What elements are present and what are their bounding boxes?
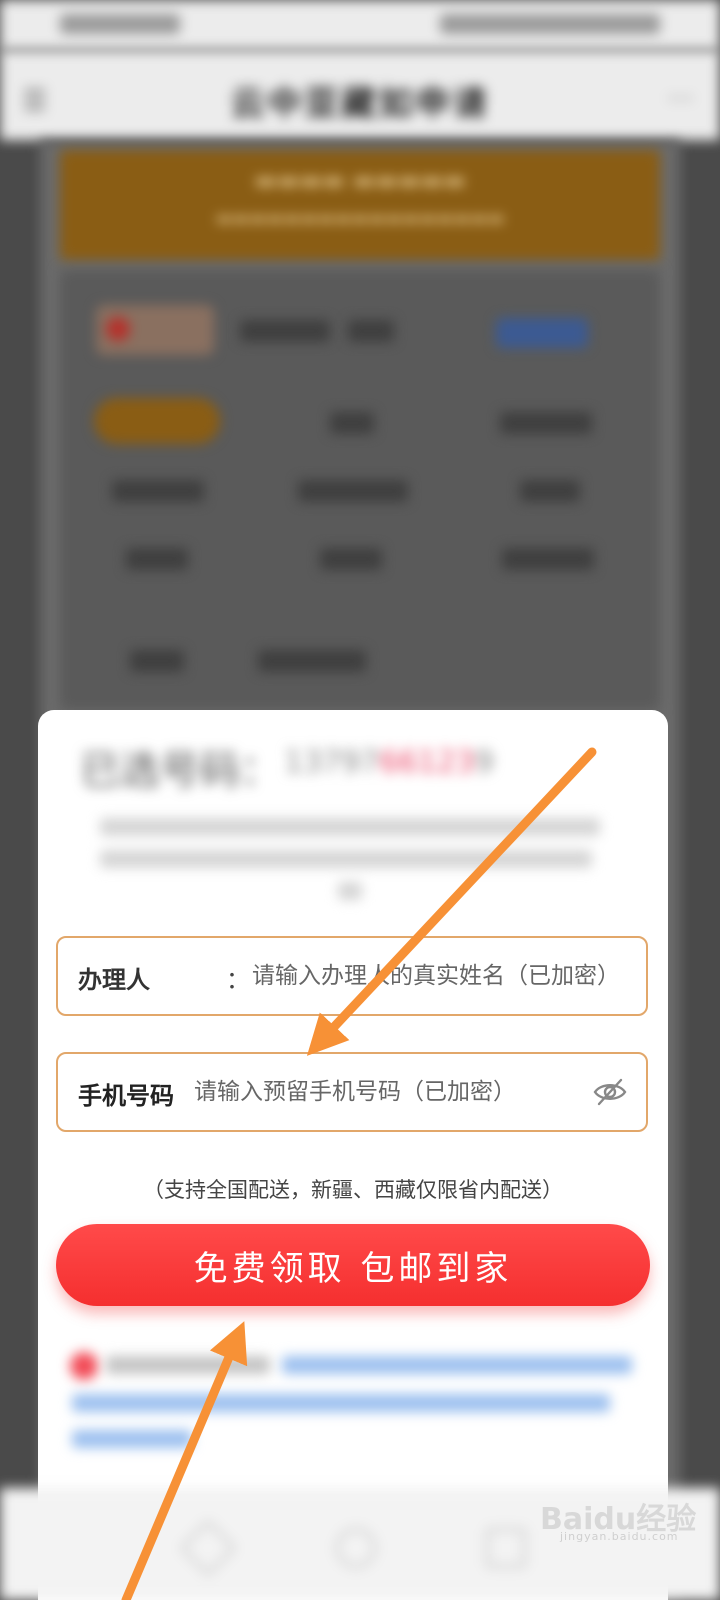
bg-text xyxy=(330,412,374,434)
carrier-logo xyxy=(96,305,214,355)
agreement-checkbox[interactable] xyxy=(70,1352,98,1380)
banner-line-2: ▬▬▬▬▬▬▬▬▬▬▬▬▬▬▬▬▬ xyxy=(215,208,505,229)
bg-selected-pill xyxy=(94,398,220,444)
phone-field[interactable]: 手机号码 xyxy=(56,1052,648,1132)
promo-banner: ▬▬▬▬ ▬▬▬▬▬ ▬▬▬▬▬▬▬▬▬▬▬▬▬▬▬▬▬ xyxy=(60,150,660,260)
delivery-note: （支持全国配送，新疆、西藏仅限省内配送） xyxy=(143,1178,563,1202)
selected-number-end: 9 xyxy=(474,745,494,780)
watermark-sub: jingyan.baidu.com xyxy=(560,1530,679,1543)
more-icon[interactable]: ··· xyxy=(667,82,694,115)
selected-number: 13797661239 xyxy=(284,745,494,780)
description-text xyxy=(100,808,620,908)
bg-text xyxy=(348,320,394,342)
name-field[interactable]: 办理人 ： xyxy=(56,936,648,1016)
back-icon[interactable] xyxy=(179,1519,237,1577)
bg-text xyxy=(258,650,366,672)
bg-text xyxy=(130,650,184,672)
bg-text xyxy=(500,412,592,434)
agreement-text xyxy=(106,1356,270,1374)
name-colon: ： xyxy=(226,966,250,994)
desc-line xyxy=(338,882,362,900)
page-title: 云中亚藏如申请 xyxy=(230,84,490,124)
bg-text xyxy=(502,548,594,570)
phone-label: 手机号码 xyxy=(78,1081,174,1110)
bg-text xyxy=(112,480,204,502)
desc-line xyxy=(100,818,600,836)
bg-text xyxy=(298,480,408,502)
name-input[interactable] xyxy=(252,960,642,992)
phone-input[interactable] xyxy=(194,1076,574,1108)
agreement-link[interactable] xyxy=(72,1430,192,1448)
agreement-link[interactable] xyxy=(282,1356,632,1374)
recent-icon[interactable] xyxy=(486,1528,526,1568)
bg-text xyxy=(240,320,330,342)
baidu-watermark: Baidu经验 jingyan.baidu.com xyxy=(540,1494,696,1543)
bg-text xyxy=(520,480,580,502)
eye-off-icon[interactable] xyxy=(592,1076,628,1108)
status-left xyxy=(60,14,180,34)
selected-number-highlight: 66123 xyxy=(379,745,475,780)
home-icon[interactable] xyxy=(336,1528,376,1568)
name-label: 办理人 xyxy=(78,965,150,994)
banner-line-1: ▬▬▬▬ ▬▬▬▬▬ xyxy=(254,166,466,194)
status-right xyxy=(440,14,660,34)
free-claim-button[interactable]: 免费领取 包邮到家 xyxy=(56,1224,650,1306)
desc-line xyxy=(100,850,592,868)
bg-text xyxy=(320,548,382,570)
bg-text xyxy=(126,548,188,570)
agreement-link[interactable] xyxy=(72,1394,610,1412)
app-header: ☰ 云中亚藏如申请 ··· xyxy=(0,50,720,140)
selected-number-label: 已选号码： xyxy=(80,748,280,794)
selected-number-start: 13797 xyxy=(284,745,380,780)
status-bar xyxy=(0,0,720,50)
bg-link xyxy=(496,318,588,348)
